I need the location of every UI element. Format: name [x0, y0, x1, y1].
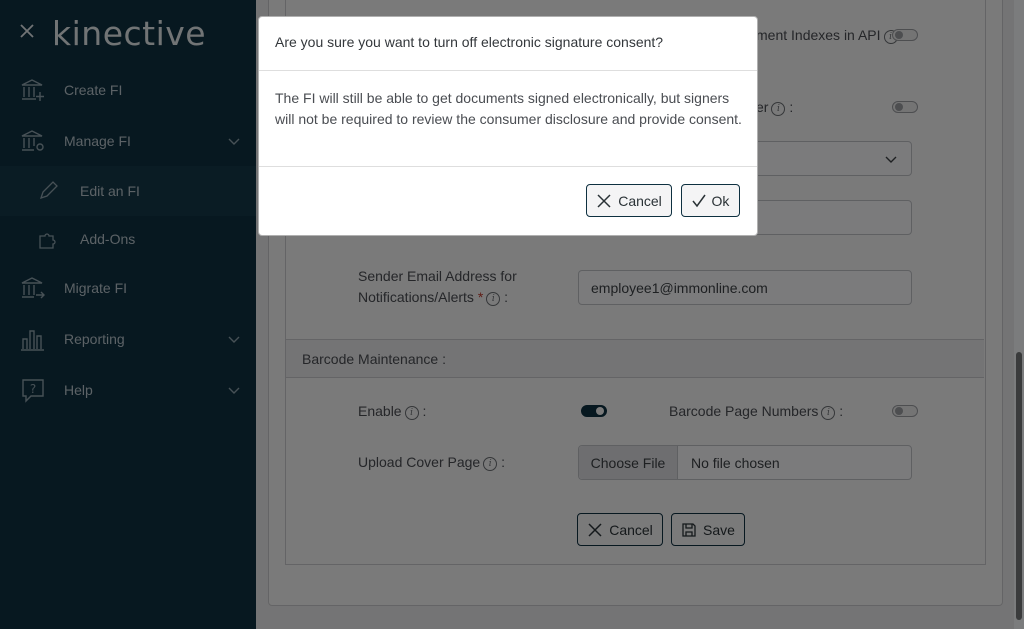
page-scrollbar[interactable]: [1014, 0, 1024, 629]
close-icon: [597, 193, 611, 208]
modal-divider: [259, 166, 757, 167]
modal-body-text: The FI will still be able to get documen…: [275, 90, 742, 127]
modal-divider: [259, 70, 757, 71]
modal-title: Are you sure you want to turn off electr…: [275, 34, 664, 50]
modal-cancel-button[interactable]: Cancel: [586, 184, 672, 217]
modal-ok-button[interactable]: Ok: [681, 184, 740, 217]
scrollbar-thumb[interactable]: [1016, 352, 1022, 620]
confirm-modal: Are you sure you want to turn off electr…: [258, 16, 758, 236]
checkmark-icon: [691, 194, 706, 207]
